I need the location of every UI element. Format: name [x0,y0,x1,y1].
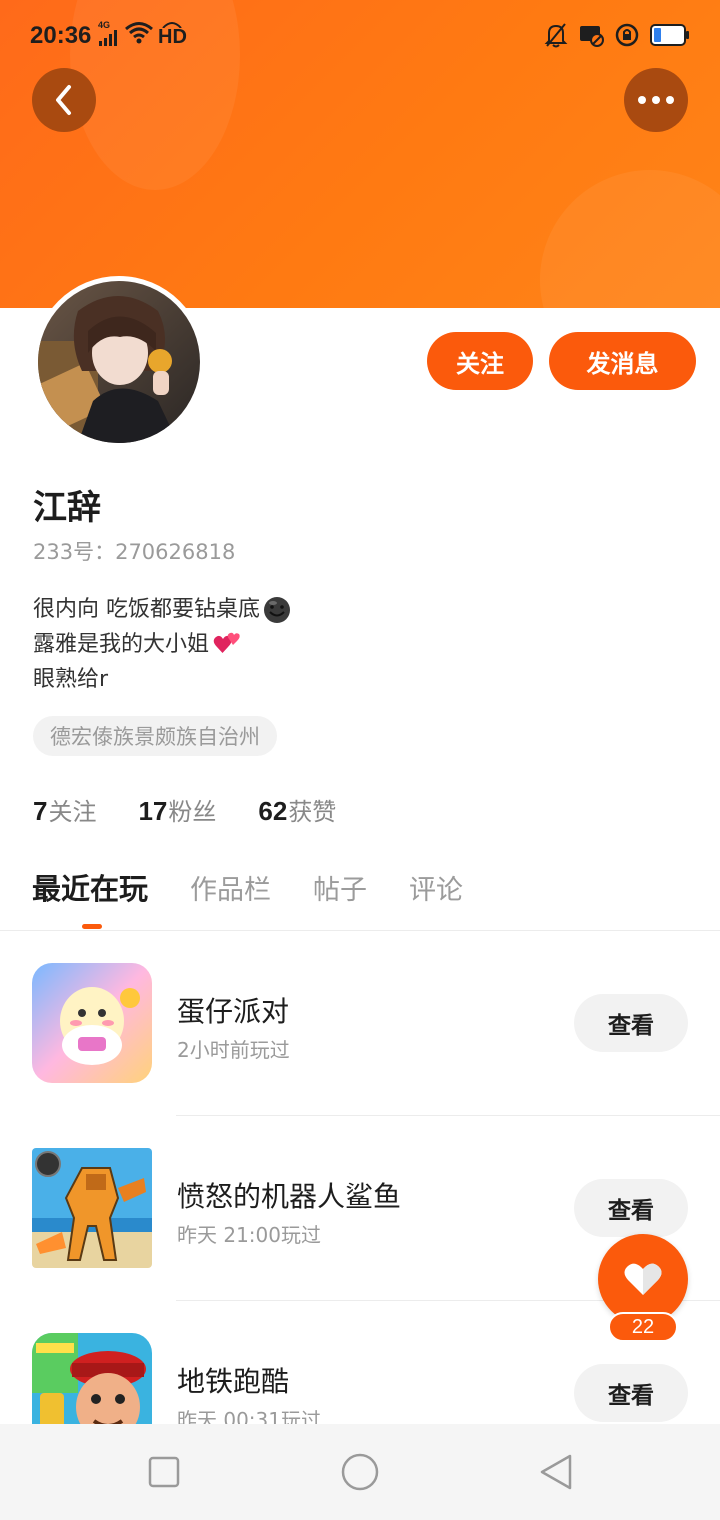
nav-back-button[interactable] [534,1450,578,1494]
hd-label: HD [158,26,187,48]
more-button[interactable] [624,68,688,132]
bio-line: 露雅是我的大小姐 [33,627,292,662]
tab-posts[interactable]: 帖子 [313,868,367,907]
back-button[interactable] [32,68,96,132]
stats-row: 7 关注 17 粉丝 62 获赞 [33,792,336,827]
bio-text: 很内向 吃饭都要钻桌底 [33,597,260,622]
more-dots-icon [638,96,674,104]
recent-apps-icon [148,1456,180,1488]
stat-number: 62 [258,796,288,826]
game-title: 蛋仔派对 [177,995,290,1028]
bio: 很内向 吃饭都要钻桌底 露雅是我的大小姐 眼熟给r [33,592,292,697]
back-triangle-icon [540,1454,572,1490]
game-title: 地铁跑酷 [177,1365,290,1398]
tab-recently-played[interactable]: 最近在玩 [32,866,148,908]
stat-likes[interactable]: 62 获赞 [258,792,336,827]
active-tab-indicator [82,924,102,929]
chevron-left-icon [56,85,71,115]
home-icon [341,1453,379,1491]
bio-line: 眼熟给r [33,662,292,697]
user-name: 江辞 [33,488,101,528]
view-button[interactable]: 查看 [574,1364,688,1422]
game-icon [32,963,152,1083]
wifi-icon [125,22,153,44]
recent-apps-button[interactable] [142,1450,186,1494]
signal-icon: 4G [98,19,120,46]
list-item[interactable]: 蛋仔派对 2小时前玩过 查看 [0,931,720,1115]
stat-number: 17 [138,796,168,826]
network-type: 4G [98,19,111,30]
like-button[interactable] [598,1234,688,1324]
like-count-badge: 22 [608,1312,678,1342]
status-bar: 20:36 4G HD [0,0,720,72]
stat-label: 粉丝 [168,798,217,826]
game-title: 愤怒的机器人鲨鱼 [177,1180,402,1213]
battery-icon [650,24,689,46]
game-icon [32,1148,152,1268]
two-hearts-emoji-icon [213,632,240,653]
cast-icon [580,26,604,47]
home-button[interactable] [338,1450,382,1494]
hd-icon: HD [158,20,187,48]
lock-rotate-icon [615,23,639,47]
avatar-image [38,281,200,443]
stat-number: 7 [33,796,48,826]
stat-label: 关注 [48,798,97,826]
location-tag: 德宏傣族景颇族自治州 [33,716,277,756]
stat-label: 获赞 [288,798,337,826]
view-button[interactable]: 查看 [574,994,688,1052]
bio-line: 很内向 吃饭都要钻桌底 [33,592,292,627]
bio-text: 眼熟给r [33,667,109,692]
follow-button[interactable]: 关注 [427,332,533,390]
smiling-face-emoji-icon [264,596,290,623]
tab-bar: 最近在玩 作品栏 帖子 评论 [32,866,505,908]
tab-works[interactable]: 作品栏 [190,868,271,907]
stat-followers[interactable]: 17 粉丝 [138,792,216,827]
view-button[interactable]: 查看 [574,1179,688,1237]
game-played-time: 2小时前玩过 [177,1038,290,1062]
profile-header-banner: 20:36 4G HD [0,0,720,308]
send-message-button[interactable]: 发消息 [549,332,696,390]
mute-bell-icon [544,23,568,48]
tab-comments[interactable]: 评论 [409,868,463,907]
bio-text: 露雅是我的大小姐 [33,632,210,657]
heart-icon [624,1263,662,1295]
system-nav-bar [0,1424,720,1520]
status-time: 20:36 [30,22,92,49]
stat-following[interactable]: 7 关注 [33,792,96,827]
game-played-time: 昨天 21:00玩过 [177,1223,321,1247]
banner-decoration [540,170,720,308]
user-id: 233号：270626818 [33,540,236,564]
avatar[interactable] [33,276,205,448]
